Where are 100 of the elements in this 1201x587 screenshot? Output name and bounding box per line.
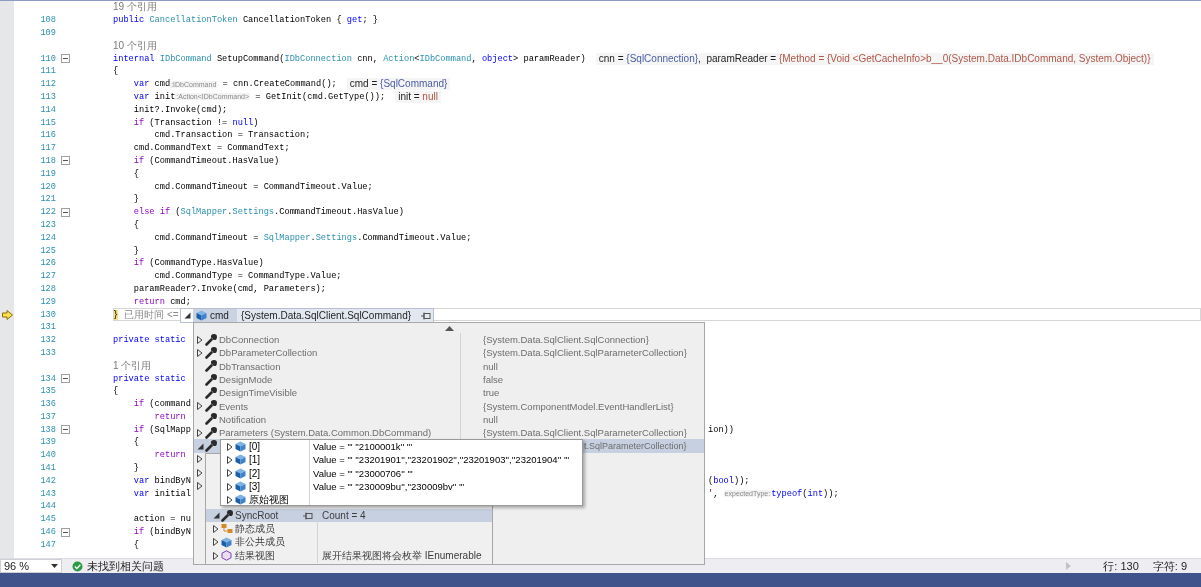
line-number: 119 [40, 168, 56, 179]
cube-icon [235, 481, 246, 493]
line-position: 行: 130 [1103, 558, 1139, 574]
tree-row[interactable]: DbTransaction null [194, 359, 704, 373]
tree-row[interactable]: 原始视图 [221, 493, 582, 505]
code-text: var initial [132, 488, 191, 499]
code-text: init?.Invoke(cmd); [132, 104, 228, 115]
tree-row[interactable]: [2] Value = "' ''23000706'' '" [221, 466, 582, 480]
value-tip: init = null [395, 90, 441, 103]
code-text: { [113, 386, 119, 397]
code-text: else if (SqlMapper.Settings.CommandTimeout.HasValue) [132, 207, 404, 218]
caret-icon [51, 564, 58, 568]
code-text: } [132, 194, 139, 205]
zoom-dropdown[interactable]: 96 % [0, 559, 62, 573]
member-name: [0] [249, 441, 261, 453]
line-number: 113 [40, 91, 56, 102]
line-number: 144 [40, 501, 56, 512]
code-text: = cnn.CreateCommand(); [221, 79, 337, 90]
line-number: 146 [40, 527, 56, 538]
member-name: 非公共成员 [235, 535, 285, 549]
tree-row[interactable]: Notification null [194, 412, 704, 427]
line-number: 115 [40, 117, 56, 128]
tree-row[interactable]: DesignTimeVisible true [194, 386, 704, 400]
line-number: 117 [40, 143, 56, 154]
member-value: null [483, 360, 498, 372]
member-name: Parameters (System.Data.Common.DbCommand) [219, 427, 432, 439]
line-number: 126 [40, 258, 56, 269]
member-value: 展开结果视图将会枚举 IEnumerable [322, 548, 482, 563]
line-number: 123 [40, 219, 56, 230]
tree-row[interactable]: [1] Value = "' ''23201901'',''23201902'',''23201903'',''23201904'' '" [221, 453, 582, 467]
tree-row[interactable]: SyncRoot Count = 4 [206, 509, 492, 523]
code-text: (bool)); [708, 475, 750, 486]
member-name: DesignMode [219, 374, 273, 386]
pin-icon [420, 311, 431, 320]
member-value: Value = "' ''23000706'' '" [313, 467, 413, 479]
member-name: SyncRoot [235, 510, 279, 522]
member-value: {System.Data.SqlClient.SqlConnection} [483, 334, 649, 346]
line-number: 121 [40, 194, 56, 205]
wrench-icon [221, 509, 233, 522]
code-text: { [113, 66, 119, 77]
variable-value: {System.Data.SqlClient.SqlCommand} [241, 310, 412, 321]
wrench-icon [205, 400, 217, 413]
code-text: { [132, 168, 139, 179]
line-number: 141 [40, 463, 56, 474]
code-text: cmd.CommandTimeout = SqlMapper.Settings.CommandTimeout.Value; [153, 232, 472, 243]
references-link[interactable]: 19 个引用 [113, 1, 157, 14]
code-text: if (SqlMapp [132, 424, 191, 435]
line-number: 111 [40, 66, 56, 77]
tree-row[interactable]: Events {System.ComponentModel.EventHandlerList} [194, 399, 704, 413]
line-number: 122 [40, 207, 56, 218]
code-text: cmd.Transaction = Transaction; [153, 130, 311, 141]
code-text: { [132, 219, 139, 230]
member-value: {System.Data.SqlClient.SqlParameterCollection} [483, 427, 687, 439]
wrench-icon [205, 346, 217, 359]
line-number: 109 [40, 28, 56, 38]
code-text: ion)) [708, 424, 734, 435]
tree-row[interactable]: [3] Value = "' ''230009bu'',''230009bv'' '" [221, 479, 582, 494]
member-name: [1] [249, 454, 261, 466]
line-number: 134 [40, 373, 56, 384]
code-text: var init [132, 91, 176, 102]
cube-icon [196, 310, 207, 321]
line-number: 130 [40, 309, 56, 320]
cube-icon [235, 494, 246, 505]
code-text: internal IDbCommand SetupCommand(IDbConnection cnn, Action<IDbCommand, object> paramReader) [113, 53, 586, 64]
line-number: 131 [40, 322, 56, 333]
member-value: Count = 4 [322, 510, 366, 522]
line-number: 142 [40, 475, 56, 486]
cube-icon [235, 454, 246, 466]
tree-row[interactable]: DesignMode false [194, 372, 704, 387]
member-name: DesignTimeVisible [219, 387, 298, 399]
code-text: private static [113, 373, 186, 384]
tree-row[interactable]: DbConnection {System.Data.SqlClient.SqlConnection} [194, 333, 704, 347]
code-text: if (bindByN [132, 527, 191, 538]
issues-status: 未找到相关问题 [87, 558, 164, 574]
tree-row[interactable]: 静态成员 [206, 522, 492, 536]
cube-icon [235, 441, 246, 453]
code-text: var cmd [132, 79, 171, 90]
code-text: { [132, 539, 139, 550]
line-number: 120 [40, 181, 56, 192]
member-value: null [483, 413, 498, 425]
member-name: [3] [249, 481, 261, 493]
code-text: return [153, 411, 186, 422]
line-number: 116 [40, 130, 56, 141]
member-name: 结果视图 [235, 548, 275, 563]
references-link[interactable]: 1 个引用 [113, 359, 152, 372]
tree-row[interactable]: [0] Value = "' ''2100001k'' '" [221, 440, 582, 454]
line-number: 114 [40, 104, 56, 115]
tree-row[interactable]: DbParameterCollection {System.Data.SqlClient.SqlParameterCollection} [194, 346, 704, 360]
line-number: 110 [40, 53, 56, 64]
code-text: = GetInit(cmd.GetType()); [254, 91, 386, 102]
wrench-icon [205, 413, 217, 426]
references-link[interactable]: 10 个引用 [113, 39, 157, 52]
code-text: if (CommandTimeout.HasValue) [132, 155, 280, 166]
tree-row[interactable]: 非公共成员 [206, 535, 492, 549]
line-number: 124 [40, 232, 56, 243]
member-name: DbConnection [219, 334, 280, 346]
member-name: 原始视图 [249, 493, 289, 505]
tree-row[interactable]: 结果视图 展开结果视图将会枚举 IEnumerable [206, 548, 492, 563]
member-name: DbTransaction [219, 360, 281, 372]
line-number: 137 [40, 411, 56, 422]
